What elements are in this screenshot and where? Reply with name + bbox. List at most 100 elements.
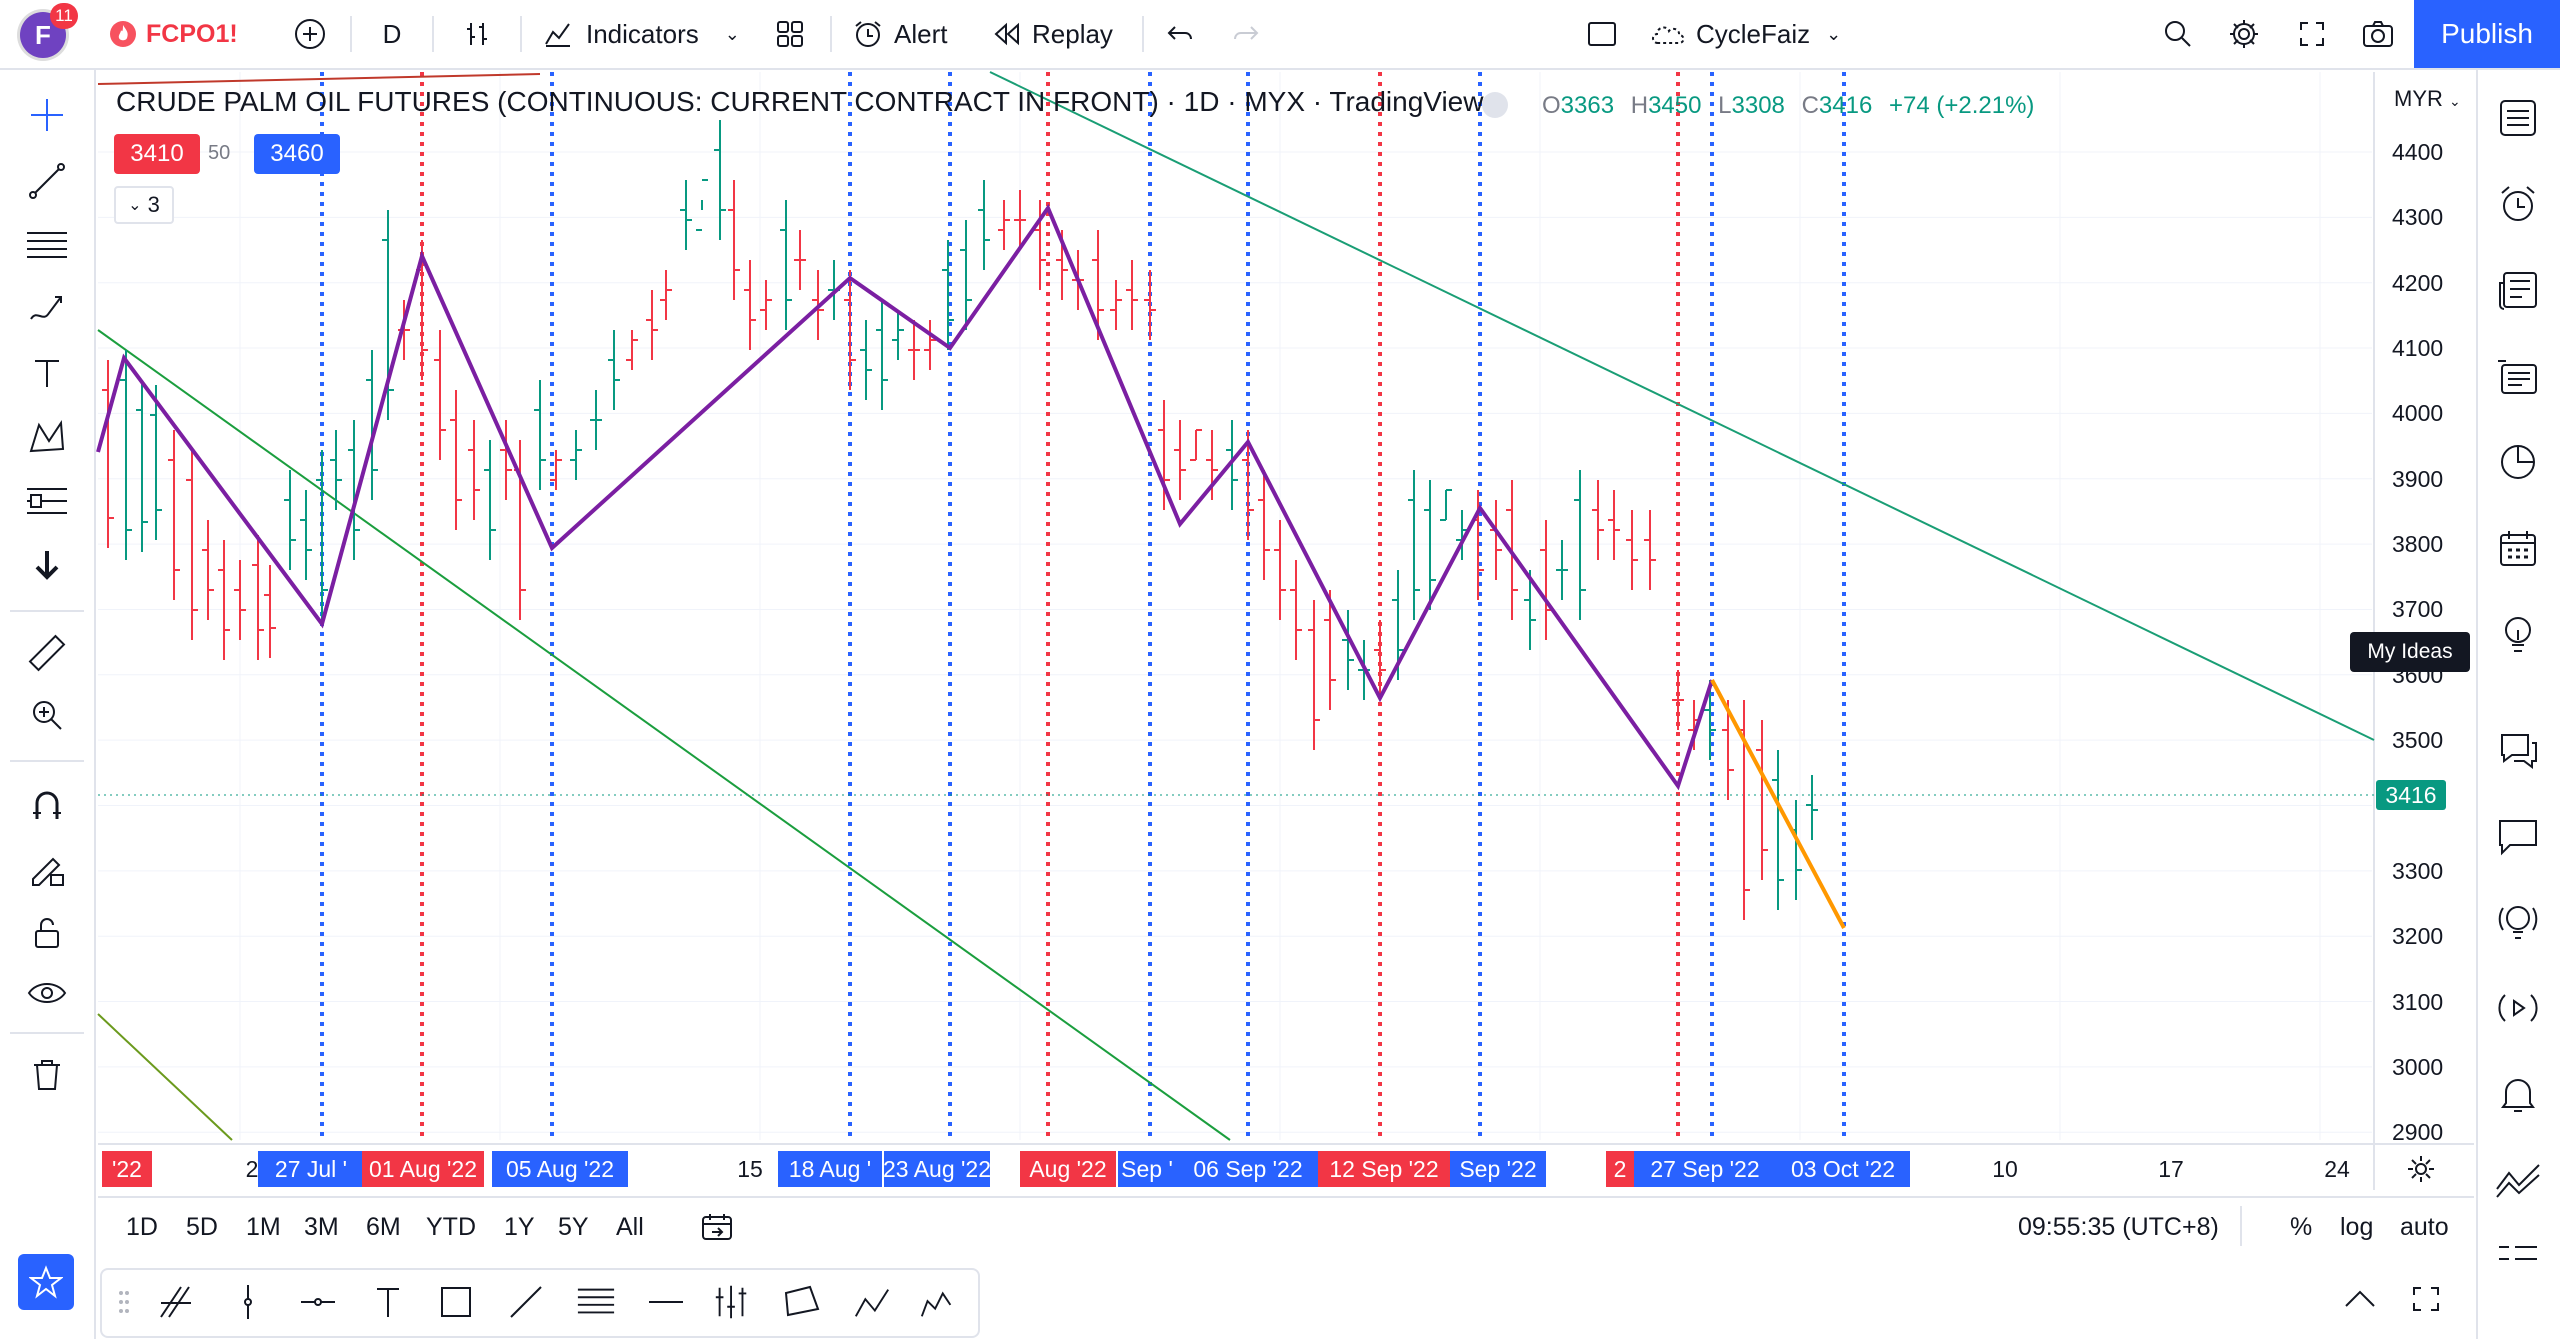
chevron-up-icon[interactable] <box>2342 1286 2378 1317</box>
chats-icon[interactable] <box>2492 810 2544 862</box>
clock-timezone[interactable]: 09:55:35 (UTC+8) <box>2018 1213 2219 1242</box>
horizontal-ray-icon[interactable] <box>298 1282 338 1322</box>
gear-icon <box>2408 1156 2434 1182</box>
open-key: O <box>1542 92 1561 119</box>
price-tick-label: 3800 <box>2392 531 2444 558</box>
trend-line <box>989 71 2375 741</box>
elliott-wave-icon[interactable] <box>918 1282 958 1322</box>
chat-icon[interactable] <box>2492 724 2544 776</box>
drag-handle-icon[interactable] <box>104 1282 144 1322</box>
time-tick-label: 18 Aug ' <box>778 1151 882 1187</box>
change-value: +74 (+2.21%) <box>1888 92 2035 119</box>
axis-settings-button[interactable] <box>2406 1154 2436 1189</box>
close-key: C <box>1801 92 1819 119</box>
high-value: 3450 <box>1648 92 1702 119</box>
range-button-1y[interactable]: 1Y <box>504 1213 535 1242</box>
percent-toggle[interactable]: % <box>2290 1213 2312 1242</box>
signal-icon[interactable] <box>2492 1154 2544 1206</box>
trend-line <box>97 73 541 85</box>
close-value: 3416 <box>1818 92 1873 119</box>
range-button-all[interactable]: All <box>616 1213 644 1242</box>
calendar-icon[interactable] <box>2492 522 2544 574</box>
range-button-5d[interactable]: 5D <box>186 1213 218 1242</box>
notifications-icon[interactable] <box>2492 1068 2544 1120</box>
time-tick-label: 24 <box>2324 1155 2350 1182</box>
time-tick-label: 23 Aug '22 <box>883 1151 991 1187</box>
pitchfork-icon[interactable] <box>712 1282 752 1322</box>
price-tick-label: 4100 <box>2392 335 2444 362</box>
time-tick-label: Aug '22 <box>1020 1151 1116 1187</box>
range-button-5y[interactable]: 5Y <box>558 1213 589 1242</box>
price-tick-label: 4400 <box>2392 139 2444 165</box>
indicator-count: 3 <box>147 192 160 217</box>
time-tick-label: 17 <box>2158 1155 2184 1182</box>
price-tick-label: 4000 <box>2392 400 2444 427</box>
auto-toggle[interactable]: auto <box>2400 1213 2449 1242</box>
hotlist-icon[interactable] <box>2492 350 2544 402</box>
text-tool-icon[interactable] <box>368 1282 408 1322</box>
time-tick-label: 10 <box>1992 1155 2018 1182</box>
ohlc-values: O3363 H3450 L3308 C3416 +74 (+2.21%) <box>1542 92 2034 120</box>
time-tick-label: 15 <box>737 1155 763 1182</box>
abcd-pattern-icon[interactable] <box>852 1282 892 1322</box>
indicators-collapse-button[interactable]: ⌄ 3 <box>114 186 174 224</box>
news-icon[interactable] <box>2492 264 2544 316</box>
time-tick-label: 12 Sep '22 <box>1318 1151 1450 1187</box>
range-button-1m[interactable]: 1M <box>246 1213 281 1242</box>
time-tick-label: '22 <box>102 1151 152 1187</box>
ray-icon[interactable] <box>646 1282 686 1322</box>
toolbar-divider <box>2240 1206 2242 1246</box>
rectangle-icon[interactable] <box>436 1282 476 1322</box>
my-ideas-tooltip: My Ideas <box>2350 632 2470 672</box>
chevron-down-icon: ⌄ <box>128 197 142 214</box>
price-tick-label: 4300 <box>2392 204 2444 231</box>
ideas-icon[interactable] <box>2492 608 2544 660</box>
idea-stream-icon[interactable] <box>2492 896 2544 948</box>
low-key: L <box>1718 92 1732 119</box>
data-window-icon[interactable] <box>2492 436 2544 488</box>
range-button-ytd[interactable]: YTD <box>426 1213 476 1242</box>
price-tick-label: 3900 <box>2392 465 2444 492</box>
range-button-6m[interactable]: 6M <box>366 1213 401 1242</box>
price-tick-label: 3000 <box>2392 1053 2444 1080</box>
open-value: 3363 <box>1560 92 1615 119</box>
calendar-goto-icon <box>702 1214 732 1240</box>
price-chart[interactable] <box>0 0 2560 1339</box>
chevron-down-icon: ⌄ <box>2449 93 2461 109</box>
maximize-panel-icon[interactable] <box>2410 1284 2442 1319</box>
watchlist-icon[interactable] <box>2492 92 2544 144</box>
price-tick-label: 3100 <box>2392 988 2444 1015</box>
market-status-icon <box>1482 92 1508 118</box>
streams-icon[interactable] <box>2492 982 2544 1034</box>
zigzag-line <box>96 203 1714 791</box>
range-button-1d[interactable]: 1D <box>126 1213 158 1242</box>
polygon-icon[interactable] <box>782 1282 822 1322</box>
log-toggle[interactable]: log <box>2340 1213 2373 1242</box>
low-value: 3308 <box>1731 92 1785 119</box>
chart-legend-title[interactable]: CRUDE PALM OIL FUTURES (CONTINUOUS: CURR… <box>116 86 1483 118</box>
currency-label: MYR <box>2394 86 2443 111</box>
time-tick-label: 01 Aug '22 <box>362 1151 484 1187</box>
price-tick-label: 3200 <box>2392 923 2444 950</box>
time-tick-label: 06 Sep '22 <box>1176 1151 1320 1187</box>
price-tick-label: 3300 <box>2392 857 2444 884</box>
price-tick-label: 3500 <box>2392 727 2444 754</box>
vertical-line-icon[interactable] <box>228 1282 268 1322</box>
time-tick-label: 2 <box>1606 1151 1634 1187</box>
spread-value: 50 <box>208 142 231 164</box>
currency-selector[interactable]: MYR ⌄ <box>2394 86 2461 112</box>
fib-retracement-icon[interactable] <box>576 1282 616 1322</box>
high-key: H <box>1630 92 1649 119</box>
sell-price-button[interactable]: 3410 <box>114 134 200 174</box>
fib-channel-icon[interactable] <box>156 1282 196 1322</box>
trend-line-icon[interactable] <box>506 1282 546 1322</box>
object-tree-icon[interactable] <box>2492 1230 2544 1282</box>
time-tick-label: 27 Sep '22 <box>1634 1151 1776 1187</box>
goto-date-button[interactable] <box>700 1212 734 1247</box>
range-button-3m[interactable]: 3M <box>304 1213 339 1242</box>
time-tick-label: 03 Oct '22 <box>1776 1151 1910 1187</box>
time-tick-label: 27 Jul ' <box>258 1151 364 1187</box>
buy-price-button[interactable]: 3460 <box>254 134 340 174</box>
alarm-icon[interactable] <box>2492 178 2544 230</box>
price-tick-label: 4200 <box>2392 269 2444 296</box>
